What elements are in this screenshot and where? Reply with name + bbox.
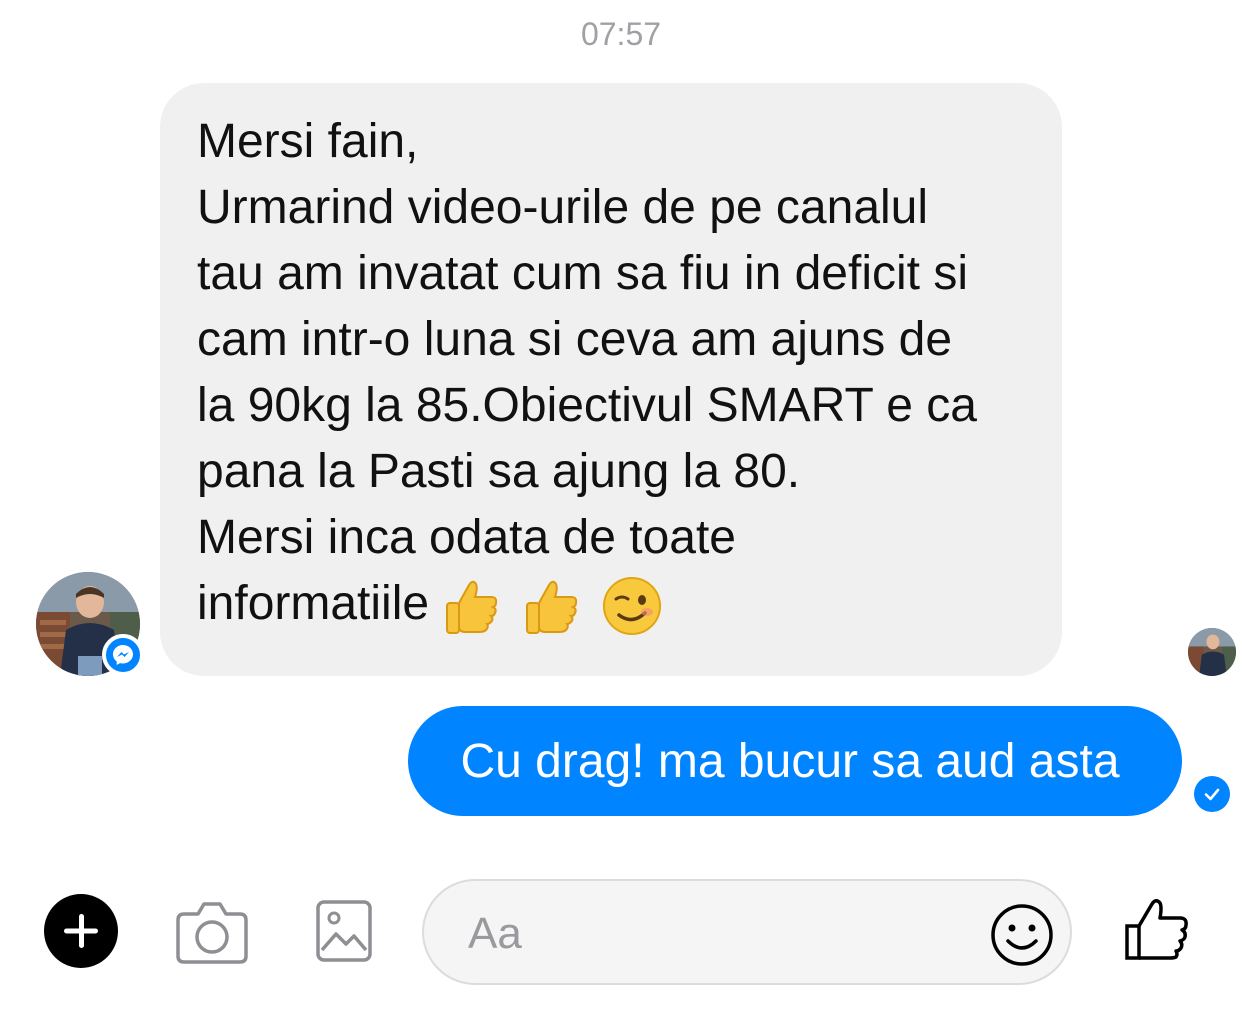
read-receipt-avatar — [1188, 628, 1236, 676]
message-input-placeholder: Aa — [468, 909, 522, 958]
incoming-message-bubble[interactable]: Mersi fain, Urmarind video-urile de pe c… — [160, 83, 1062, 676]
thumbs-up-emoji — [446, 581, 498, 635]
message-line: pana la Pasti sa ajung la 80. — [197, 445, 801, 498]
emoji-icon[interactable] — [990, 903, 1054, 967]
message-line: Mersi inca odata de toate — [197, 511, 736, 564]
message-line: tau am invatat cum sa fiu in deficit si — [197, 247, 968, 300]
plus-icon[interactable] — [44, 894, 118, 968]
outgoing-message-bubble[interactable]: Cu drag! ma bucur sa aud asta — [408, 706, 1182, 816]
message-line: Urmarind video-urile de pe canalul — [197, 181, 929, 234]
message-line: informatiile — [197, 577, 430, 630]
incoming-message-text: Mersi fain, Urmarind video-urile de pe c… — [197, 109, 1032, 637]
message-timestamp: 07:57 — [580, 16, 662, 52]
winking-face-emoji — [603, 577, 662, 636]
messenger-icon — [102, 634, 144, 676]
composer-bar: Aa — [0, 870, 1242, 1000]
sent-check-icon — [1194, 776, 1230, 812]
message-line: la 90kg la 85.Obiectivul SMART e ca — [197, 379, 977, 432]
message-line: cam intr-o luna si ceva am ajuns de — [197, 313, 953, 366]
camera-icon[interactable] — [176, 898, 248, 964]
like-icon[interactable] — [1124, 896, 1190, 962]
image-icon[interactable] — [316, 900, 372, 962]
message-input[interactable]: Aa — [422, 879, 1072, 985]
thumbs-up-emoji — [526, 581, 578, 635]
emoji-group — [441, 575, 663, 637]
message-line: Mersi fain, — [197, 115, 419, 168]
outgoing-message-text: Cu drag! ma bucur sa aud asta — [460, 734, 1120, 788]
